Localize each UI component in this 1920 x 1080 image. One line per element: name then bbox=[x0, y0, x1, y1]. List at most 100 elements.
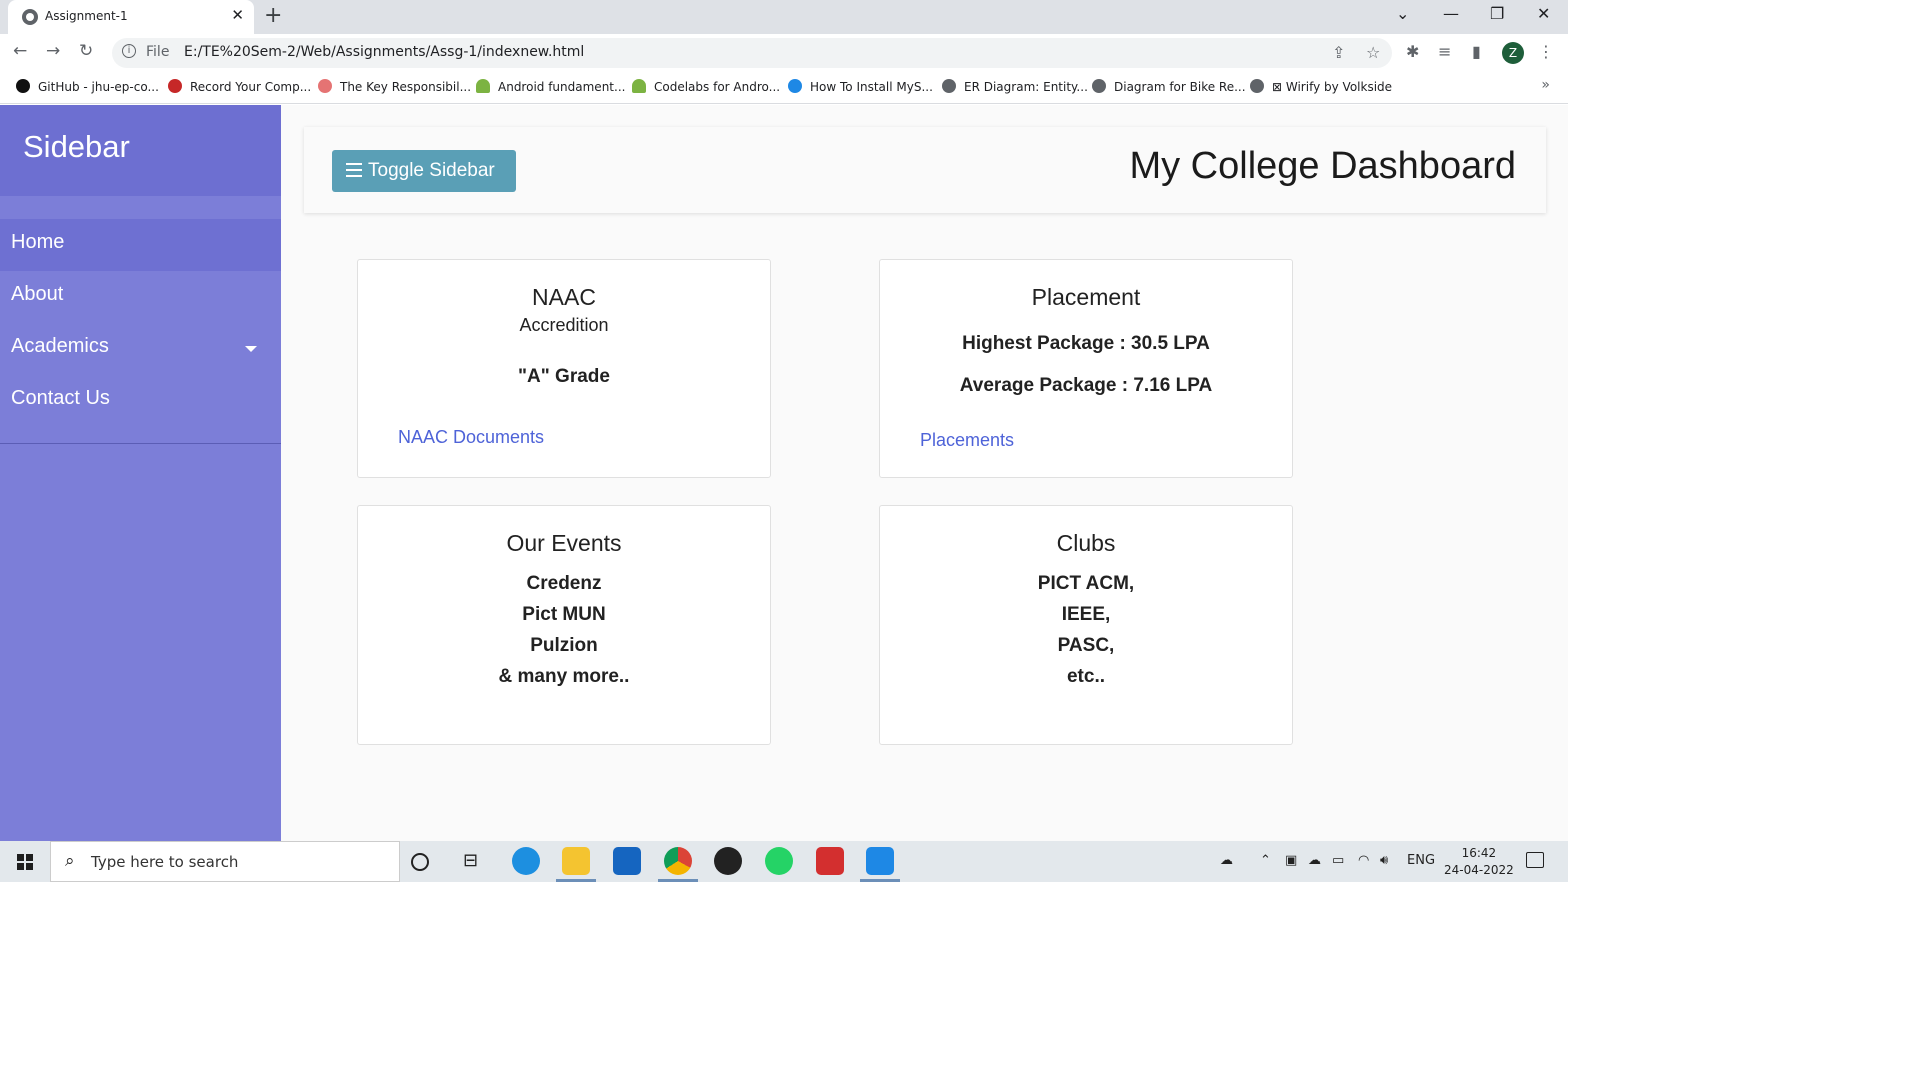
acrobat-icon[interactable] bbox=[816, 847, 844, 875]
volume-icon[interactable]: 🔊︎ bbox=[1380, 853, 1388, 868]
card-title: Placement bbox=[1031, 284, 1141, 310]
tab-title: Assignment-1 bbox=[45, 9, 128, 23]
sidebar-item-about[interactable]: About bbox=[0, 271, 281, 323]
toggle-sidebar-button[interactable]: Toggle Sidebar bbox=[332, 150, 516, 192]
sidebar: Sidebar Home About Academics Contact Us bbox=[0, 105, 281, 841]
battery-icon[interactable]: ▭ bbox=[1332, 853, 1344, 868]
address-toolbar: ← → ↻ i File E:/TE%20Sem-2/Web/Assignmen… bbox=[0, 34, 1568, 72]
search-icon: ⌕ bbox=[65, 851, 75, 871]
notifications-icon[interactable] bbox=[1526, 852, 1544, 868]
placements-link[interactable]: Placements bbox=[920, 430, 1014, 451]
list-item: PICT ACM, bbox=[1037, 573, 1135, 594]
mail-icon[interactable] bbox=[613, 847, 641, 875]
chrome-icon[interactable] bbox=[664, 847, 692, 875]
whatsapp-icon[interactable] bbox=[765, 847, 793, 875]
active-app-indicator bbox=[556, 879, 596, 882]
search-placeholder: Type here to search bbox=[91, 853, 239, 871]
url-text[interactable]: E:/TE%20Sem-2/Web/Assignments/Assg-1/ind… bbox=[184, 44, 584, 60]
highest-package: Highest Package : 30.5 LPA bbox=[962, 333, 1210, 354]
active-app-indicator bbox=[860, 879, 900, 882]
globe-icon bbox=[942, 79, 956, 93]
show-hidden-icons-icon[interactable]: ⌃ bbox=[1260, 853, 1271, 868]
address-bar[interactable]: i File E:/TE%20Sem-2/Web/Assignments/Ass… bbox=[112, 38, 1392, 68]
bookmark-item[interactable]: ER Diagram: Entity... bbox=[942, 79, 1088, 94]
active-app-indicator bbox=[658, 879, 698, 882]
browser-tab[interactable]: Assignment-1 ✕ bbox=[8, 0, 254, 34]
cortana-icon[interactable] bbox=[411, 853, 429, 871]
android-icon bbox=[476, 79, 490, 93]
sidebar-menu: Home About Academics Contact Us bbox=[0, 219, 281, 444]
bookmark-star-icon[interactable]: ☆ bbox=[1366, 43, 1380, 62]
list-item: & many more.. bbox=[498, 666, 630, 687]
url-scheme: File bbox=[146, 44, 170, 60]
list-item: Credenz bbox=[526, 573, 602, 594]
windows-start-icon[interactable] bbox=[17, 854, 33, 870]
clubs-card: Clubs PICT ACM, IEEE, PASC, etc.. bbox=[879, 505, 1293, 745]
minimize-icon[interactable]: — bbox=[1443, 4, 1459, 23]
reload-icon[interactable]: ↻ bbox=[79, 41, 93, 61]
bookmark-item[interactable]: Codelabs for Andro... bbox=[632, 79, 780, 94]
back-icon[interactable]: ← bbox=[13, 41, 27, 61]
tab-strip: Assignment-1 ✕ + ⌄ — ❐ ✕ bbox=[0, 0, 1568, 34]
profile-avatar[interactable]: Z bbox=[1502, 42, 1524, 64]
sidebar-item-contact-us[interactable]: Contact Us bbox=[0, 375, 281, 427]
menu-icon[interactable]: ⋮ bbox=[1538, 42, 1554, 61]
bookmark-item[interactable]: Record Your Comp... bbox=[168, 79, 311, 94]
list-item: etc.. bbox=[1066, 666, 1106, 687]
bookmark-item[interactable]: ⊠ Wirify by Volkside bbox=[1250, 79, 1392, 94]
globe-icon bbox=[22, 9, 38, 25]
sidebar-title: Sidebar bbox=[0, 105, 281, 196]
globe-icon bbox=[1250, 79, 1264, 93]
extensions-icon[interactable]: ✱ bbox=[1406, 42, 1419, 61]
bookmark-item[interactable]: The Key Responsibil... bbox=[318, 79, 471, 94]
list-item: PASC, bbox=[1057, 635, 1115, 656]
info-icon[interactable]: i bbox=[122, 44, 136, 58]
forward-icon[interactable]: → bbox=[46, 41, 60, 61]
naac-documents-link[interactable]: NAAC Documents bbox=[398, 427, 544, 448]
cloud-icon[interactable]: ☁ bbox=[1308, 853, 1321, 868]
sidebar-item-academics[interactable]: Academics bbox=[0, 323, 281, 375]
media-icon[interactable]: ≡ bbox=[1438, 42, 1451, 61]
dell-icon[interactable] bbox=[714, 847, 742, 875]
side-panel-icon[interactable]: ▮ bbox=[1472, 42, 1481, 61]
bookmarks-bar: GitHub - jhu-ep-co... Record Your Comp..… bbox=[0, 72, 1568, 104]
naac-card: NAAC Accredition "A" Grade NAAC Document… bbox=[357, 259, 771, 478]
card-title: NAAC bbox=[532, 284, 596, 310]
sidebar-item-label: Academics bbox=[11, 335, 109, 357]
new-tab-button[interactable]: + bbox=[264, 3, 282, 28]
site-icon bbox=[318, 79, 332, 93]
onedrive-cloud-icon[interactable]: ☁ bbox=[1220, 853, 1233, 868]
edge-icon[interactable] bbox=[512, 847, 540, 875]
github-icon bbox=[16, 79, 30, 93]
task-view-icon[interactable]: ⊟ bbox=[463, 850, 478, 871]
clock[interactable]: 16:42 24-04-2022 bbox=[1444, 845, 1514, 879]
page-content: Sidebar Home About Academics Contact Us … bbox=[0, 105, 1568, 841]
bookmark-item[interactable]: Android fundament... bbox=[476, 79, 625, 94]
file-explorer-icon[interactable] bbox=[562, 847, 590, 875]
tab-search-icon[interactable]: ⌄ bbox=[1396, 4, 1409, 23]
card-subtitle: Accredition bbox=[519, 315, 609, 335]
vscode-icon[interactable] bbox=[866, 847, 894, 875]
placement-card: Placement Highest Package : 30.5 LPA Ave… bbox=[879, 259, 1293, 478]
share-icon[interactable]: ⇪ bbox=[1332, 43, 1345, 62]
wifi-icon[interactable]: ◠ bbox=[1358, 853, 1369, 868]
caret-down-icon bbox=[245, 346, 257, 352]
bookmark-item[interactable]: How To Install MyS... bbox=[788, 79, 933, 94]
device-icon[interactable]: ▣ bbox=[1285, 853, 1297, 868]
average-package: Average Package : 7.16 LPA bbox=[959, 375, 1213, 396]
top-navbar: Toggle Sidebar My College Dashboard bbox=[304, 127, 1546, 213]
record-icon bbox=[168, 79, 182, 93]
bookmark-item[interactable]: Diagram for Bike Re... bbox=[1092, 79, 1246, 94]
browser-window: Assignment-1 ✕ + ⌄ — ❐ ✕ ← → ↻ i File E:… bbox=[0, 0, 1568, 841]
close-window-icon[interactable]: ✕ bbox=[1537, 4, 1550, 23]
language-indicator[interactable]: ENG bbox=[1407, 853, 1435, 868]
sidebar-item-home[interactable]: Home bbox=[0, 219, 281, 271]
more-bookmarks-icon[interactable]: » bbox=[1541, 77, 1550, 93]
restore-icon[interactable]: ❐ bbox=[1490, 4, 1504, 23]
taskbar-search[interactable]: ⌕ Type here to search bbox=[50, 841, 400, 882]
close-tab-icon[interactable]: ✕ bbox=[231, 6, 244, 24]
bookmark-item[interactable]: GitHub - jhu-ep-co... bbox=[16, 79, 159, 94]
menu-lines-icon bbox=[346, 163, 362, 177]
taskbar: ⌕ Type here to search ⊟ ☁ ⌃ ▣ ☁ ▭ ◠ 🔊︎ E… bbox=[0, 841, 1568, 882]
list-item: Pulzion bbox=[530, 635, 598, 656]
